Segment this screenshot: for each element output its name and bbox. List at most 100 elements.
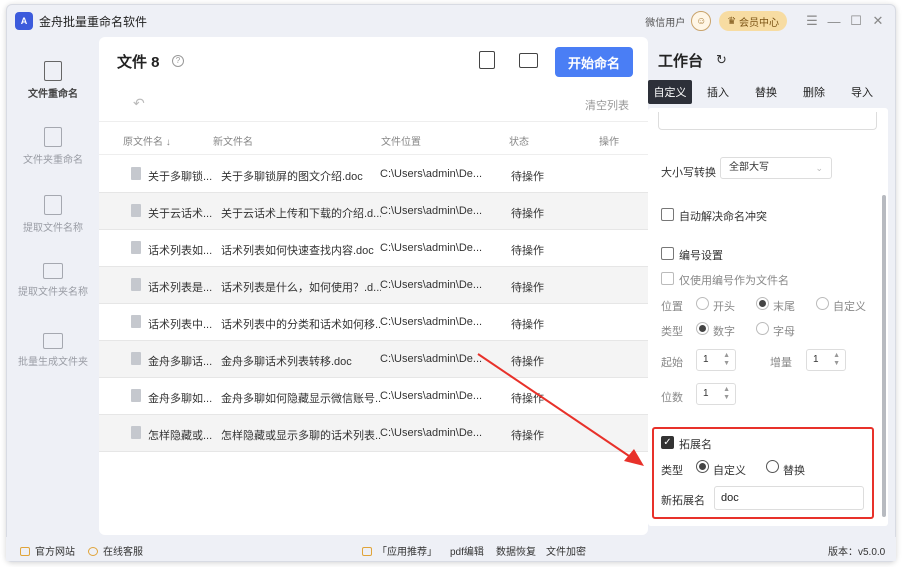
digits-label: 位数: [661, 392, 683, 404]
column-header-actions: 操作: [599, 137, 619, 148]
vip-center-label: 会员中心: [739, 17, 779, 29]
position-radio-custom[interactable]: [816, 297, 829, 310]
tab-insert[interactable]: 插入: [696, 80, 740, 104]
stepper-arrows-icon[interactable]: ▲ ▼: [833, 352, 840, 368]
app-recommend-link[interactable]: 「应用推荐」: [362, 543, 437, 558]
new-name-cell: 关于多聊锁屏的图文介绍.doc: [221, 171, 363, 183]
original-name-cell: 金舟多聊话...: [148, 356, 213, 368]
tab-replace[interactable]: 替换: [744, 80, 788, 104]
number-type-radio-digit[interactable]: [696, 322, 709, 335]
table-row[interactable]: 关于云话术... 关于云话术上传和下载的介绍.d... C:\Users\adm…: [99, 193, 648, 230]
document-icon: [131, 426, 141, 439]
table-row[interactable]: 话术列表是... 话术列表是什么，如何使用？.d... C:\Users\adm…: [99, 267, 648, 304]
clear-list-button[interactable]: 清空列表: [585, 97, 629, 113]
original-name-cell: 怎样隐藏或...: [148, 430, 213, 442]
extension-type-option-replace: 替换: [783, 465, 805, 477]
step-stepper[interactable]: 1 ▲ ▼: [806, 349, 846, 371]
table-row[interactable]: 金舟多聊话... 金舟多聊话术列表转移.doc C:\Users\admin\D…: [99, 341, 648, 378]
pdf-edit-link[interactable]: pdf编辑: [450, 543, 484, 558]
table-row[interactable]: 话术列表中... 话术列表中的分类和话术如何移... C:\Users\admi…: [99, 304, 648, 341]
sidebar-item-file-rename[interactable]: 文件重命名: [7, 61, 99, 100]
status-cell: 待操作: [511, 208, 544, 220]
help-icon[interactable]: ?: [172, 55, 184, 67]
table-row[interactable]: 金舟多聊如... 金舟多聊如何隐藏显示微信账号... C:\Users\admi…: [99, 378, 648, 415]
column-header-status: 状态: [509, 137, 529, 148]
new-name-cell: 话术列表是什么，如何使用？.d...: [221, 282, 381, 294]
start-rename-button[interactable]: 开始命名: [555, 47, 633, 77]
column-header-new-name: 新文件名: [213, 137, 253, 148]
table-row[interactable]: 话术列表如... 话术列表如何快速查找内容.doc C:\Users\admin…: [99, 230, 648, 267]
add-file-icon[interactable]: [479, 51, 495, 69]
table-row[interactable]: 怎样隐藏或... 怎样隐藏或显示多聊的话术列表... C:\Users\admi…: [99, 415, 648, 452]
user-label[interactable]: 微信用户: [645, 14, 685, 29]
avatar[interactable]: ☺: [691, 11, 712, 31]
table-row[interactable]: 关于多聊锁... 关于多聊锁屏的图文介绍.doc C:\Users\admin\…: [99, 156, 648, 193]
status-cell: 待操作: [511, 319, 544, 331]
official-site-label: 官方网站: [35, 547, 75, 558]
file-count-title: 文件 8: [117, 54, 160, 71]
new-name-cell: 关于云话术上传和下载的介绍.d...: [221, 208, 381, 220]
sidebar-item-folder-rename[interactable]: 文件夹重命名: [7, 127, 99, 166]
file-encrypt-link[interactable]: 文件加密: [546, 543, 586, 558]
refresh-icon[interactable]: ↻: [716, 52, 727, 68]
sidebar-item-label: 文件夹重命名: [23, 155, 83, 166]
workbench-scrollbar[interactable]: [882, 195, 886, 517]
official-site-link[interactable]: 官方网站: [20, 543, 75, 558]
new-name-cell: 金舟多聊如何隐藏显示微信账号...: [221, 393, 381, 405]
number-type-radio-letter[interactable]: [756, 322, 769, 335]
vip-center-button[interactable]: ♛ 会员中心: [719, 11, 787, 31]
new-extension-input[interactable]: doc: [714, 486, 864, 510]
numbering-checkbox[interactable]: [661, 247, 674, 260]
only-number-checkbox[interactable]: [661, 272, 674, 285]
folder-export-icon: [43, 263, 63, 279]
close-icon[interactable]: ✕: [869, 13, 887, 29]
tab-import[interactable]: 导入: [840, 80, 884, 104]
extension-type-radio-replace[interactable]: [766, 460, 779, 473]
stepper-arrows-icon[interactable]: ▲ ▼: [723, 386, 730, 402]
online-service-link[interactable]: 在线客服: [88, 543, 143, 558]
stepper-arrows-icon[interactable]: ▲ ▼: [723, 352, 730, 368]
status-cell: 待操作: [511, 171, 544, 183]
original-name-cell: 金舟多聊如...: [148, 393, 213, 405]
recommend-icon: [362, 547, 372, 556]
minimize-icon[interactable]: —: [825, 14, 843, 29]
undo-icon[interactable]: ↶: [133, 95, 145, 112]
original-name-cell: 关于多聊锁...: [148, 171, 213, 183]
data-recovery-link[interactable]: 数据恢复: [496, 543, 536, 558]
menu-icon[interactable]: ☰: [803, 13, 821, 29]
location-cell: C:\Users\admin\De...: [380, 242, 483, 254]
case-convert-select[interactable]: 全部大写 ⌄: [720, 157, 832, 179]
step-value: 1: [813, 354, 819, 365]
digits-stepper[interactable]: 1 ▲ ▼: [696, 383, 736, 405]
maximize-icon[interactable]: ☐: [847, 13, 865, 29]
position-option-end: 末尾: [773, 301, 795, 313]
auto-conflict-checkbox[interactable]: [661, 208, 674, 221]
status-bar: 官方网站 在线客服 「应用推荐」 pdf编辑 数据恢复 文件加密 版本：v5.0…: [6, 537, 896, 561]
add-folder-icon[interactable]: [519, 53, 538, 68]
position-radio-end[interactable]: [756, 297, 769, 310]
status-cell: 待操作: [511, 430, 544, 442]
new-name-cell: 话术列表中的分类和话术如何移...: [221, 319, 381, 331]
extension-type-radio-custom[interactable]: [696, 460, 709, 473]
partial-input-field[interactable]: [658, 112, 877, 130]
tab-custom[interactable]: 自定义: [648, 80, 692, 104]
column-header-original[interactable]: 原文件名 ↓: [123, 133, 171, 148]
auto-conflict-label: 自动解决命名冲突: [679, 211, 767, 223]
start-value: 1: [703, 354, 709, 365]
status-cell: 待操作: [511, 393, 544, 405]
location-cell: C:\Users\admin\De...: [380, 168, 483, 180]
position-radio-start[interactable]: [696, 297, 709, 310]
file-list-panel: 文件 8 ? 开始命名 ↶ 清空列表 原文件名 ↓ 新文件名 文件位置 状态 操…: [99, 37, 648, 535]
extension-checkbox[interactable]: ✓: [661, 436, 674, 449]
sidebar-item-batch-create-folders[interactable]: 批量生成文件夹: [7, 333, 99, 368]
extension-type-option-custom: 自定义: [713, 465, 746, 477]
document-icon: [131, 167, 141, 180]
new-name-cell: 金舟多聊话术列表转移.doc: [221, 356, 352, 368]
start-stepper[interactable]: 1 ▲ ▼: [696, 349, 736, 371]
sidebar-item-label: 提取文件名称: [23, 223, 83, 234]
tab-delete[interactable]: 删除: [792, 80, 836, 104]
sidebar-item-label: 提取文件夹名称: [18, 287, 88, 298]
sidebar-item-extract-foldernames[interactable]: 提取文件夹名称: [7, 263, 99, 298]
original-name-cell: 话术列表如...: [148, 245, 213, 257]
sidebar-item-extract-filenames[interactable]: 提取文件名称: [7, 195, 99, 234]
